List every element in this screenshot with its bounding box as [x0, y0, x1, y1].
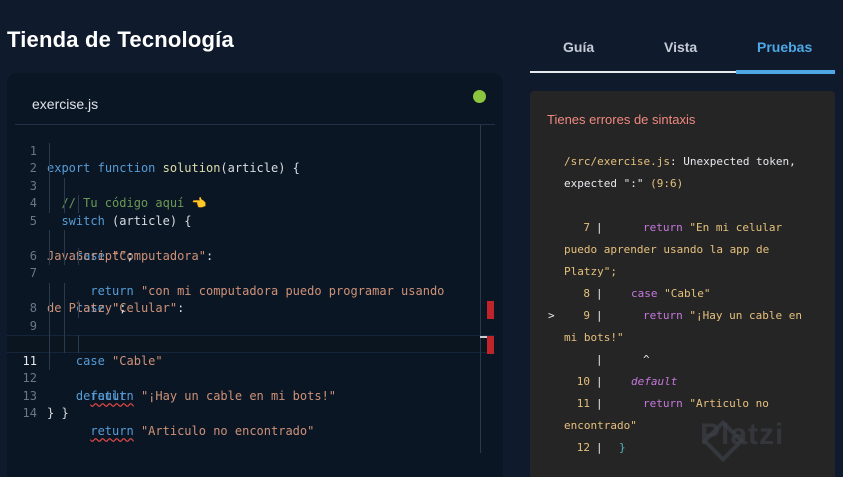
- code-line[interactable]: 6 case "Celular":: [7, 230, 495, 315]
- indent-guide: [64, 177, 65, 195]
- status-dot-icon: [473, 90, 486, 103]
- code-line[interactable]: 4 case "Computadora":: [7, 177, 495, 263]
- indent-guide: [49, 317, 50, 335]
- snippet-line: 12 |}: [576, 441, 626, 454]
- indent-guide: [49, 230, 50, 248]
- file-tab-exercise-js[interactable]: exercise.js: [32, 96, 98, 112]
- code-editor[interactable]: exercise.js 1 export function solution(a…: [7, 73, 503, 477]
- page-title: Tienda de Tecnología: [7, 27, 234, 52]
- code-line[interactable]: 2 // Tu código aquí 👈: [7, 142, 495, 210]
- snippet-line: 7 | return "En mi celular: [583, 221, 783, 234]
- indent-guide: [49, 142, 50, 160]
- code-area[interactable]: 1 export function solution(article) { 2 …: [7, 125, 495, 438]
- indent-guide: [78, 335, 79, 353]
- indent-guide: [78, 247, 79, 265]
- tab-vista[interactable]: Vista: [664, 39, 697, 55]
- snippet-caret-line: | ^: [596, 353, 650, 366]
- error-title: Tienes errores de sintaxis: [547, 112, 696, 127]
- code-line[interactable]: 12 }: [7, 352, 495, 420]
- indent-guide: [64, 300, 65, 318]
- indent-guide: [64, 230, 65, 248]
- code-line[interactable]: 8 case "Cable": [7, 282, 495, 368]
- code-line-active[interactable]: 11 return "Articulo no encontrado": [7, 335, 495, 438]
- tab-guia[interactable]: Guía: [563, 39, 594, 55]
- error-marker: [487, 301, 494, 319]
- indent-guide: [78, 300, 79, 318]
- indent-guide: [49, 160, 50, 178]
- snippet-line: puedo aprender usando la app de: [564, 243, 770, 256]
- code-line[interactable]: 5 return "con mi computadora puedo progr…: [7, 195, 495, 298]
- snippet-line: mi bots!": [564, 331, 624, 344]
- code-line[interactable]: 14: [7, 388, 495, 420]
- indent-guide: [49, 300, 50, 318]
- code-line[interactable]: 1 export function solution(article) {: [7, 125, 495, 176]
- indent-guide: [49, 195, 50, 213]
- cursor-marker: [480, 336, 487, 338]
- snippet-line: Platzy";: [564, 265, 617, 278]
- indent-guide: [64, 282, 65, 300]
- indent-guide: [49, 282, 50, 300]
- snippet-line: encontrado": [564, 419, 637, 432]
- indent-guide: [78, 195, 79, 213]
- indent-guide: [49, 335, 50, 353]
- code-line[interactable]: 3 switch (article) {: [7, 160, 495, 228]
- error-output: /src/exercise.js: Unexpected token, expe…: [530, 151, 835, 459]
- line-number: 14: [22, 406, 37, 420]
- indent-guide: [64, 317, 65, 335]
- indent-guide: [64, 335, 65, 353]
- code-line[interactable]: 9 return "¡Hay un cable en mi bots!": [7, 300, 495, 403]
- active-tab-indicator: [736, 70, 835, 74]
- snippet-line: 10 | default: [576, 375, 678, 388]
- indent-guide: [49, 247, 50, 265]
- snippet-line: 11 | return "Articulo no: [576, 397, 769, 410]
- error-message-line: /src/exercise.js: Unexpected token,: [564, 155, 796, 168]
- code-line[interactable]: de Platzy";: [7, 265, 495, 315]
- indent-guide: [49, 352, 50, 370]
- panel-tabs: Guía Vista Pruebas: [530, 30, 835, 74]
- indent-guide: [64, 195, 65, 213]
- code-line[interactable]: 13 }: [7, 370, 495, 421]
- tab-pruebas[interactable]: Pruebas: [757, 39, 812, 55]
- error-marker: [487, 336, 494, 354]
- indent-guide: [64, 247, 65, 265]
- snippet-line: 8 | case "Cable": [583, 287, 711, 300]
- test-results-panel: Tienes errores de sintaxis /src/exercise…: [530, 91, 835, 477]
- indent-guide: [49, 177, 50, 195]
- snippet-line-error: >9 | return "¡Hay un cable en: [548, 309, 802, 322]
- platzi-watermark: Platzi: [700, 418, 785, 451]
- code-line[interactable]: 7 return "En mi celular puedo aprender u…: [7, 247, 495, 350]
- code-text: return "Articulo no encontrado": [90, 423, 315, 438]
- editor-scrollbar[interactable]: [480, 125, 481, 453]
- code-line[interactable]: JavaScript";: [7, 213, 495, 263]
- code-line[interactable]: 10 default: [7, 317, 495, 403]
- error-message-line: expected ":" (9:6): [564, 177, 684, 190]
